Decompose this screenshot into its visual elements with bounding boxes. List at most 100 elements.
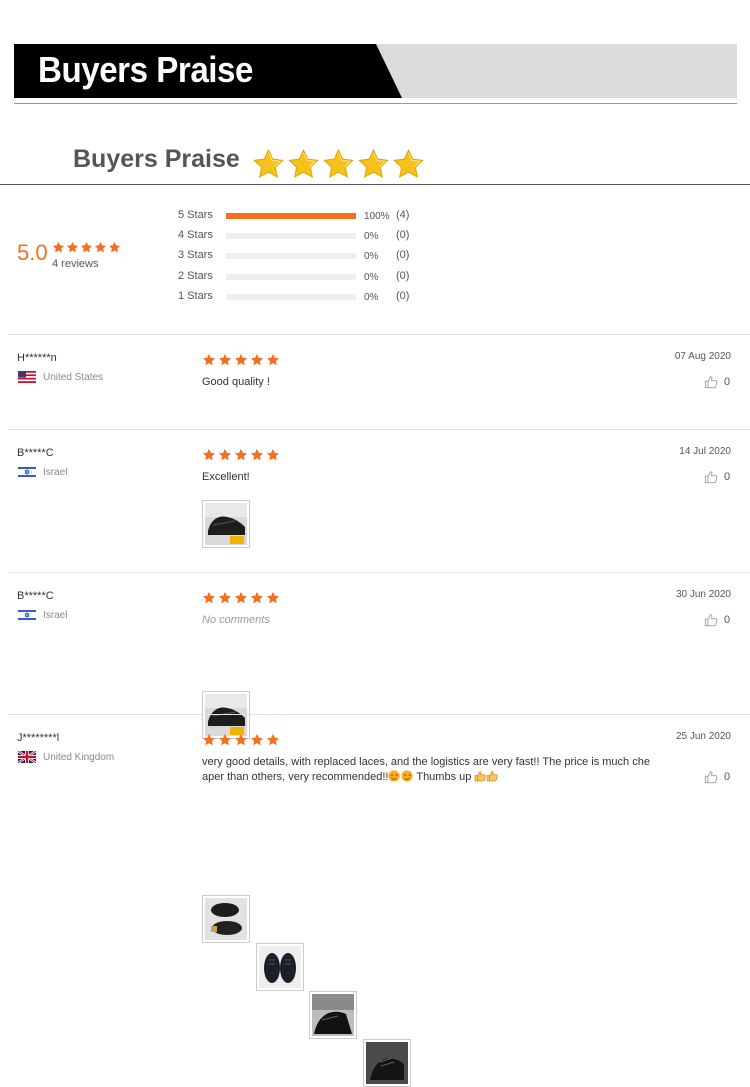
rating-count: (0) — [396, 229, 410, 241]
rating-bar-fill — [226, 213, 356, 219]
star-level-label: 1 Stars — [178, 290, 213, 302]
star-icon — [266, 353, 280, 366]
shoe-photo-icon — [205, 898, 247, 940]
rating-bar-track — [226, 274, 356, 280]
rating-distribution-row: 3 Stars 0% (0) — [0, 249, 430, 263]
star-struck-emoji-icon — [388, 770, 401, 782]
reviewer-country: United Kingdom — [18, 751, 114, 763]
star-icon — [234, 733, 248, 746]
star-icon — [234, 353, 248, 366]
reviewer-name: J********l — [17, 732, 60, 744]
rating-count: (0) — [396, 290, 410, 302]
rating-count: (0) — [396, 249, 410, 261]
review-comment: very good details, with replaced laces, … — [202, 755, 658, 785]
star-level-label: 5 Stars — [178, 209, 213, 221]
review-photo[interactable] — [202, 500, 250, 548]
comment-text: Thumbs up — [416, 771, 472, 783]
reviewer-name: B*****C — [17, 447, 54, 459]
star-icon — [323, 148, 354, 178]
like-button[interactable]: 0 — [704, 613, 730, 627]
comment-line: aper than others, very recommended!! Thu… — [202, 770, 658, 785]
reviewer-name: B*****C — [17, 590, 54, 602]
review-divider — [8, 334, 750, 335]
like-button[interactable]: 0 — [704, 375, 730, 389]
rating-percent: 0% — [364, 251, 379, 262]
rating-percent: 0% — [364, 272, 379, 283]
rating-count: (4) — [396, 209, 410, 221]
star-icon — [234, 448, 248, 461]
rating-count: (0) — [396, 270, 410, 282]
star-icon — [250, 353, 264, 366]
big-star-rating — [252, 148, 425, 182]
review-date: 07 Aug 2020 — [674, 351, 731, 362]
review-divider — [8, 714, 750, 715]
shoe-photo-icon — [205, 503, 247, 545]
review-comment: Good quality ! — [202, 376, 270, 388]
banner-title: Buyers Praise — [38, 49, 253, 90]
star-icon — [202, 448, 216, 461]
uk-flag-icon — [18, 751, 36, 763]
shoe-photo-icon — [259, 946, 301, 988]
country-label: United States — [43, 371, 104, 383]
star-icon — [250, 733, 264, 746]
rating-distribution-row: 5 Stars 100% (4) — [0, 209, 430, 223]
star-icon — [202, 591, 216, 604]
rating-distribution-row: 2 Stars 0% (0) — [0, 270, 430, 284]
review-comment: Excellent! — [202, 471, 250, 483]
thumbs-up-icon — [704, 771, 718, 784]
reviewer-country: Israel — [18, 466, 67, 478]
reviewer-country: United States — [18, 371, 103, 383]
review-divider — [8, 572, 750, 573]
rating-distribution-row: 4 Stars 0% (0) — [0, 229, 430, 243]
star-level-label: 3 Stars — [178, 249, 213, 261]
review-photo[interactable] — [363, 1039, 411, 1087]
star-icon — [288, 148, 319, 178]
rating-percent: 0% — [364, 231, 379, 242]
review-photo[interactable] — [202, 691, 250, 739]
like-button[interactable]: 0 — [704, 470, 730, 484]
country-label: Israel — [43, 609, 68, 621]
comment-line: very good details, with replaced laces, … — [202, 756, 650, 768]
shoe-photo-icon — [312, 994, 354, 1036]
banner: Buyers Praise — [14, 44, 737, 98]
like-count: 0 — [724, 376, 731, 388]
star-icon — [218, 733, 232, 746]
review-divider — [8, 429, 750, 430]
section-divider — [0, 184, 750, 185]
review-photo[interactable] — [309, 991, 357, 1039]
rating-bar-track — [226, 213, 356, 219]
thumbs-up-emoji-icon — [475, 771, 487, 782]
country-label: United Kingdom — [43, 751, 115, 763]
rating-percent: 0% — [364, 292, 379, 303]
section-title: Buyers Praise — [73, 145, 240, 173]
review-star-rating — [202, 448, 280, 462]
star-icon — [250, 591, 264, 604]
like-button[interactable]: 0 — [704, 770, 730, 784]
israel-flag-icon — [18, 466, 36, 478]
review-date: 14 Jul 2020 — [679, 446, 731, 457]
review-photo[interactable] — [202, 895, 250, 943]
star-icon — [253, 148, 284, 178]
star-icon — [266, 733, 280, 746]
star-icon — [218, 353, 232, 366]
star-level-label: 4 Stars — [178, 229, 213, 241]
star-icon — [358, 148, 389, 178]
rating-bar-track — [226, 253, 356, 259]
reviewer-name: H******n — [17, 352, 57, 364]
star-icon — [250, 448, 264, 461]
us-flag-icon — [18, 371, 36, 383]
reviewer-country: Israel — [18, 609, 67, 621]
thumbs-up-icon — [704, 376, 718, 389]
review-comment: No comments — [202, 614, 270, 626]
thumbs-up-icon — [704, 614, 718, 627]
rating-percent: 100% — [364, 211, 390, 222]
shoe-photo-icon — [205, 694, 247, 736]
review-photo[interactable] — [256, 943, 304, 991]
review-star-rating — [202, 353, 280, 367]
star-icon — [234, 591, 248, 604]
review-star-rating — [202, 733, 280, 747]
shoe-photo-icon — [366, 1042, 408, 1084]
like-count: 0 — [724, 771, 731, 783]
rating-bar-track — [226, 294, 356, 300]
star-icon — [393, 148, 424, 178]
